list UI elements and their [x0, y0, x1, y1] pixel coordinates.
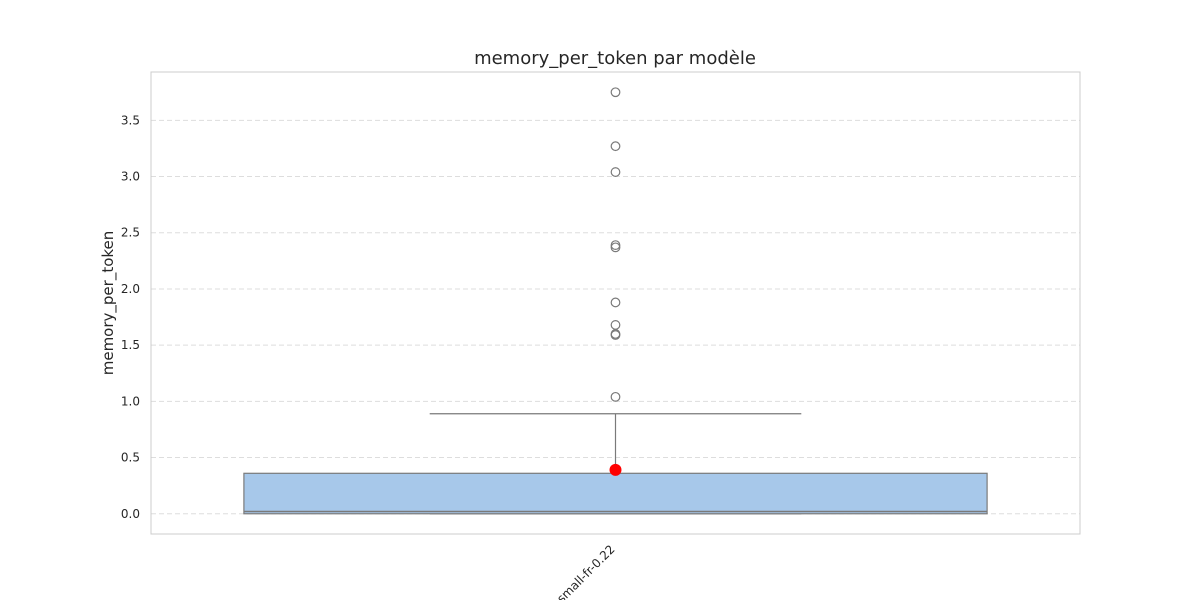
box-plot-chart: memory_per_token par modèle 0.0 0.5 1.0 1.5… [99, 48, 1081, 600]
box-layer [243, 87, 988, 515]
y-tick-label: 3.0 [121, 170, 140, 184]
y-tick-label: 2.5 [121, 226, 140, 240]
mean-marker [609, 463, 622, 476]
y-tick-label: 1.0 [121, 394, 140, 408]
outlier-point [610, 297, 621, 308]
outlier-point [610, 87, 621, 98]
y-tick-label: 2.0 [121, 282, 140, 296]
x-axis-ticks: small-fr-0.22 [554, 542, 617, 600]
y-axis-label: memory_per_token [99, 231, 118, 376]
y-tick-label: 3.5 [121, 113, 140, 127]
y-axis-ticks: 0.0 0.5 1.0 1.5 2.0 2.5 3.0 3.5 [121, 113, 140, 520]
outlier-point [610, 320, 621, 330]
y-tick-label: 0.5 [121, 451, 140, 465]
y-tick-label: 1.5 [121, 338, 140, 352]
outlier-point [610, 391, 621, 402]
box-iqr [243, 472, 988, 515]
y-tick-label: 0.0 [121, 507, 140, 521]
chart-title: memory_per_token par modèle [474, 48, 756, 69]
outlier-point [610, 141, 621, 152]
x-tick-label: small-fr-0.22 [554, 542, 617, 600]
outlier-point [610, 167, 621, 177]
